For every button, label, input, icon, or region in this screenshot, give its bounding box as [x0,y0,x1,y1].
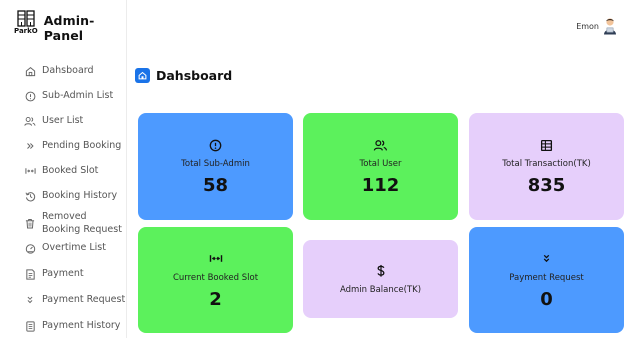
sidebar-item-booking-history[interactable]: Booking History [24,190,117,202]
card-value: 112 [361,175,400,196]
trash-icon [24,217,36,229]
sidebar-item-overtime-list[interactable]: Overtime List [24,242,106,254]
double-chevron-down-icon [24,294,36,306]
card-label: Total Transaction(TK) [502,159,591,169]
card-total-transaction[interactable]: Total Transaction(TK) 835 [469,113,624,220]
sidebar: ParkO Admin-Panel Dahsboard Sub-Admin Li… [0,0,127,338]
user-name: Emon [576,21,599,31]
logo-text: ParkO [14,27,38,35]
card-label: Total Sub-Admin [181,159,250,169]
sidebar-item-payment[interactable]: Payment [24,268,84,280]
sidebar-item-pending-booking[interactable]: Pending Booking [24,140,121,152]
card-value: 835 [527,175,566,196]
sidebar-item-label: Sub-Admin List [42,90,114,101]
card-label: Current Booked Slot [172,272,259,283]
sidebar-item-label: Payment [42,268,84,279]
card-value: 0 [540,288,553,310]
sidebar-item-user-list[interactable]: User List [24,115,83,127]
sidebar-item-sub-admin-list[interactable]: Sub-Admin List [24,90,113,102]
double-chevron-down-icon [541,251,552,267]
info-circle-icon [24,90,36,102]
parking-building-icon [17,10,35,27]
gauge-icon [24,242,36,254]
card-payment-request[interactable]: Payment Request 0 [469,227,624,333]
card-value: 58 [202,175,229,196]
card-label: Total User [359,159,402,169]
double-chevron-right-icon [24,140,36,152]
users-icon [373,137,388,153]
sidebar-item-payment-history[interactable]: Payment History [24,320,120,332]
user-menu[interactable]: Emon [576,17,618,35]
dollar-icon [376,263,386,279]
invoice-icon [24,268,36,280]
users-icon [24,115,36,127]
receipt-icon [24,320,36,332]
brand[interactable]: ParkO Admin-Panel [14,10,126,43]
brand-title: Admin-Panel [43,13,95,43]
top-bar: Emon [127,0,630,60]
sidebar-item-label: Dahsboard [42,65,94,76]
card-current-booked-slot[interactable]: Current Booked Slot 2 [138,227,293,333]
sidebar-item-label: User List [42,115,84,126]
card-admin-balance[interactable]: Admin Balance(TK) [303,240,458,318]
sidebar-item-label: Booking History [42,190,118,201]
sidebar-item-label: Pending Booking [42,140,122,151]
home-icon [24,65,36,77]
arrows-in-icon [24,165,36,177]
card-total-user[interactable]: Total User 112 [303,113,458,220]
sidebar-item-dashboard[interactable]: Dahsboard [24,65,94,77]
info-circle-icon [209,137,222,153]
sidebar-item-booked-slot[interactable]: Booked Slot [24,165,98,177]
page-title: Dahsboard [156,68,233,83]
sidebar-item-label: Overtime List [42,242,106,253]
sidebar-item-payment-request[interactable]: Payment Request [24,294,125,306]
card-label: Admin Balance(TK) [339,285,422,295]
sidebar-item-label: Payment History [42,320,121,331]
page-heading: Dahsboard [135,68,232,83]
home-icon [135,68,150,83]
ledger-icon [540,137,553,153]
sidebar-item-label: Payment Request [42,294,126,305]
sidebar-item-removed-booking-request[interactable]: Removed Booking Request [24,210,122,236]
history-icon [24,190,36,202]
card-label: Payment Request [509,272,584,283]
card-value: 2 [209,288,222,310]
card-total-sub-admin[interactable]: Total Sub-Admin 58 [138,113,293,220]
sidebar-item-label: Booked Slot [42,165,99,176]
parko-logo: ParkO [14,10,38,35]
user-avatar-icon [604,18,616,35]
sidebar-item-label: Removed Booking Request [42,211,122,235]
arrows-in-icon [209,251,223,267]
